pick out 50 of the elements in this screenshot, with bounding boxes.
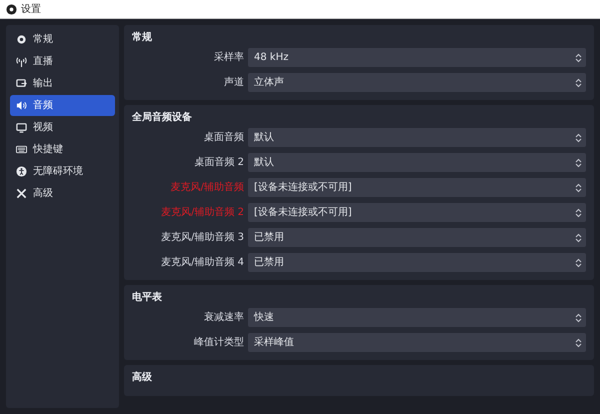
group-title: 常规 [132, 30, 153, 45]
spinner-arrows-icon [575, 312, 582, 322]
dropdown[interactable]: 已禁用 [248, 253, 586, 272]
dropdown[interactable]: 立体声 [248, 73, 586, 92]
settings-icon [16, 34, 27, 45]
antenna-icon [16, 56, 27, 67]
monitor-icon [16, 122, 27, 133]
dropdown[interactable]: 默认 [248, 128, 586, 147]
field-label: 桌面音频 [203, 130, 244, 145]
sidebar-item[interactable]: 高级 [10, 183, 115, 204]
spinner-arrows-icon [575, 132, 582, 142]
spinner-arrows-icon [575, 208, 582, 218]
app-logo-icon [6, 4, 17, 14]
field-label: 麦克风/辅助音频 3 [160, 230, 244, 245]
field-label: 衰减速率 [203, 310, 244, 325]
speaker-icon [16, 100, 27, 111]
field-label: 麦克风/辅助音频 2 [160, 206, 244, 220]
spinner-arrows-icon [575, 182, 582, 192]
field-label: 峰值计类型 [193, 336, 244, 350]
sidebar-item[interactable]: 输出 [10, 73, 115, 94]
spinner-arrows-icon [575, 78, 582, 88]
dropdown[interactable]: [设备未连接或不可用] [248, 203, 586, 222]
dropdown[interactable]: 快速 [248, 308, 586, 327]
spinner-arrows-icon [575, 232, 582, 242]
group-title: 高级 [132, 370, 153, 385]
window-title: 设置 [21, 2, 41, 16]
field-label: 麦克风/辅助音频 4 [160, 256, 244, 270]
field-label: 声道 [223, 76, 244, 90]
field-label: 桌面音频 2 [193, 156, 244, 170]
dropdown[interactable]: 采样峰值 [248, 333, 586, 352]
group-title: 全局音频设备 [132, 110, 193, 125]
spinner-arrows-icon [575, 158, 582, 168]
spinner-arrows-icon [575, 258, 582, 268]
dropdown[interactable]: 48 kHz [248, 48, 586, 67]
spinner-arrows-icon [575, 52, 582, 62]
sidebar-item[interactable]: 无障碍环境 [10, 161, 115, 182]
sidebar-item[interactable]: 快捷键 [10, 139, 115, 160]
dropdown[interactable]: 已禁用 [248, 228, 586, 247]
spinner-arrows-icon [575, 338, 582, 348]
group-title: 电平表 [132, 290, 163, 305]
sidebar-item[interactable]: 音频 [10, 95, 115, 116]
dropdown[interactable]: [设备未连接或不可用] [248, 178, 586, 197]
dropdown[interactable]: 默认 [248, 153, 586, 172]
sidebar-item[interactable]: 直播 [10, 51, 115, 72]
accessibility-icon [16, 166, 27, 177]
sidebar-item[interactable]: 视频 [10, 117, 115, 138]
field-label: 麦克风/辅助音频 [170, 180, 244, 195]
sidebar-item[interactable]: 常规 [10, 29, 115, 50]
field-label: 采样率 [213, 50, 244, 65]
keyboard-icon [16, 144, 27, 155]
